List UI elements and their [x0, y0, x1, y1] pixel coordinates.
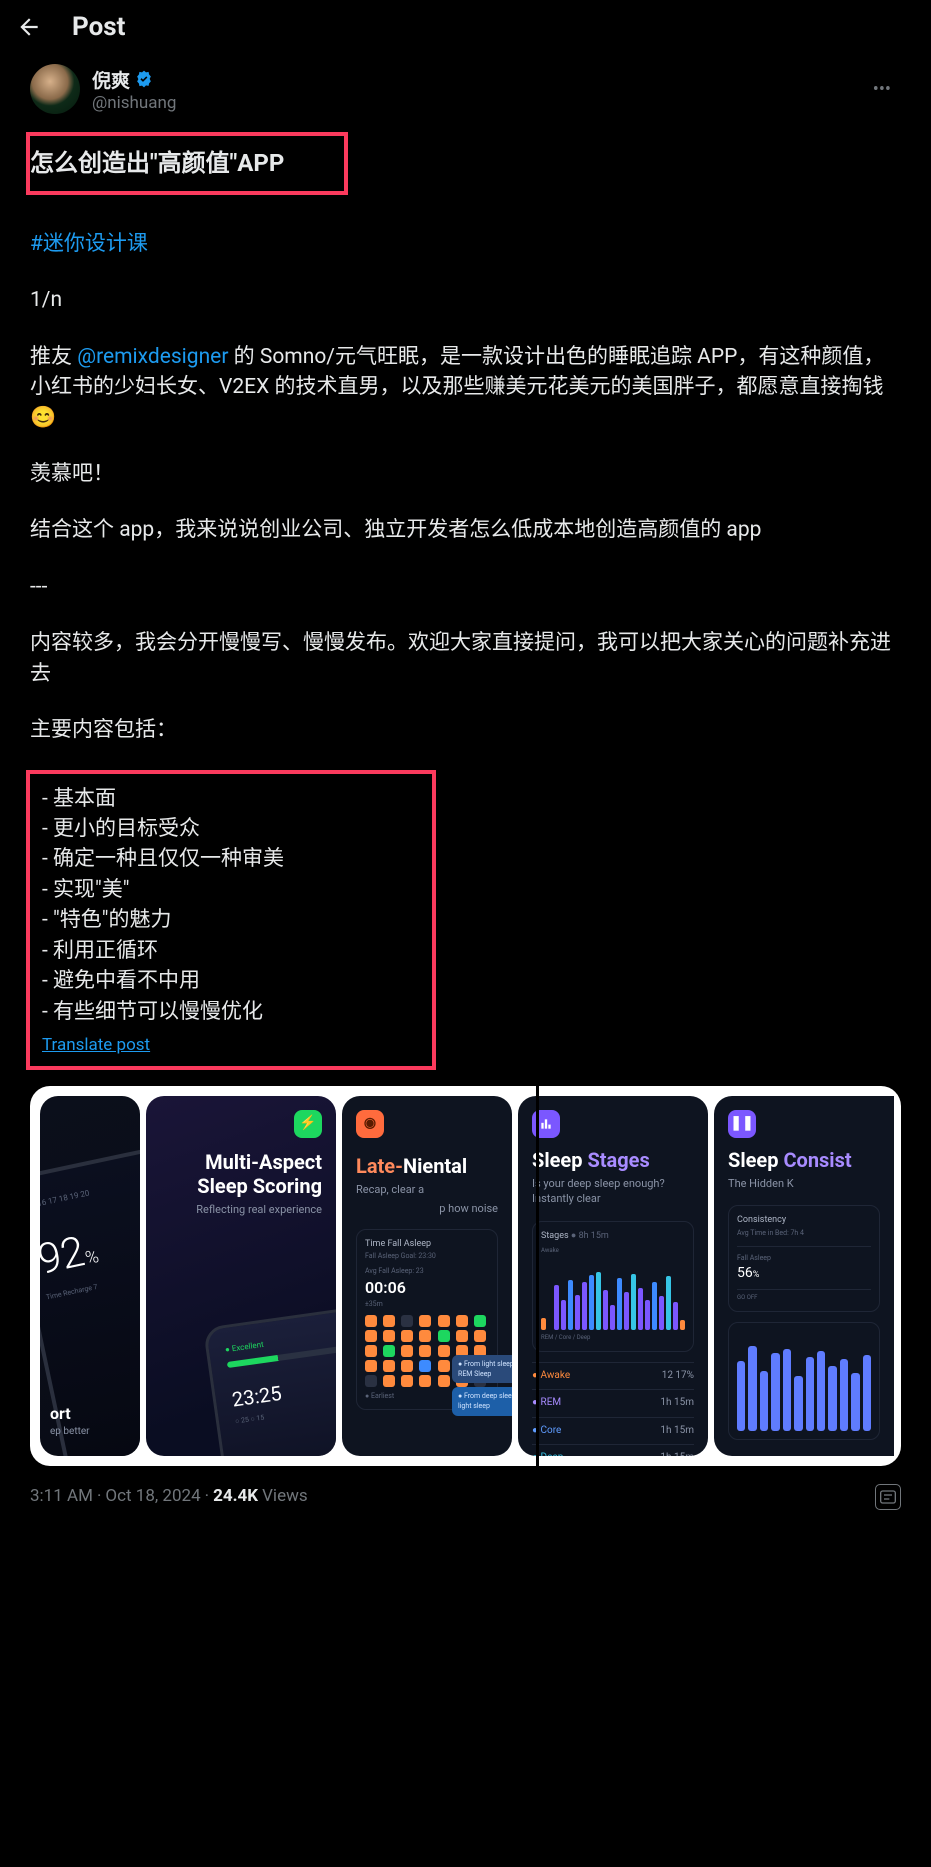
- bolt-icon: ⚡: [294, 1110, 322, 1138]
- pause-icon: ❚❚: [728, 1110, 756, 1138]
- page-header: Post: [0, 0, 931, 54]
- post-date[interactable]: Oct 18, 2024: [105, 1484, 200, 1509]
- post-time[interactable]: 3:11 AM: [30, 1484, 93, 1509]
- list-item: - 确定一种且仅仅一种审美: [42, 844, 420, 874]
- highlight-box-title: 怎么创造出"高颜值"APP: [26, 132, 348, 195]
- list-item: - 更小的目标受众: [42, 814, 420, 844]
- list-item: - 利用正循环: [42, 936, 420, 966]
- post-header: 倪爽 @nishuang: [30, 64, 901, 114]
- list-item: - "特色"的魅力: [42, 905, 420, 935]
- author-handle[interactable]: @nishuang: [92, 93, 176, 113]
- media-card-4: Sleep Stages Is your deep sleep enough? …: [518, 1096, 708, 1456]
- ad-info-icon[interactable]: [875, 1484, 901, 1510]
- author-display-name: 倪爽: [92, 66, 130, 93]
- thread-counter: 1/n: [30, 285, 901, 315]
- media-card-1: 15 16 17 18 19 20 92% Time Recharge 7 7:…: [40, 1096, 140, 1456]
- post-title-line: 怎么创造出"高颜值"APP: [30, 146, 284, 181]
- page-title: Post: [72, 12, 125, 42]
- media-card-3: ◉ Late-Niental Recap, clear a p how nois…: [342, 1096, 512, 1456]
- paragraph-4: 内容较多，我会分开慢慢写、慢慢发布。欢迎大家直接提问，我可以把大家关心的问题补充…: [30, 628, 901, 689]
- hashtag-link[interactable]: #迷你设计课: [30, 232, 148, 256]
- paragraph-3: 结合这个 app，我来说说创业公司、独立开发者怎么低成本地创造高颜值的 app: [30, 515, 901, 545]
- back-icon[interactable]: [16, 14, 42, 40]
- mention-link[interactable]: @remixdesigner: [77, 345, 228, 369]
- paragraph-5: 主要内容包括：: [30, 715, 901, 745]
- avatar[interactable]: [30, 64, 80, 114]
- post-container: ••• 倪爽 @nishuang 怎么创造出"高颜值"APP #迷你设计课 1/…: [0, 64, 931, 1510]
- translate-link[interactable]: Translate post: [42, 1033, 150, 1058]
- face-icon: ◉: [356, 1110, 384, 1138]
- more-icon[interactable]: •••: [873, 79, 891, 100]
- view-count[interactable]: 24.4K: [213, 1484, 258, 1509]
- list-item: - 避免中看不中用: [42, 966, 420, 996]
- media-divider-line: [536, 1086, 539, 1466]
- list-item: - 实现"美": [42, 875, 420, 905]
- list-item: - 有些细节可以慢慢优化: [42, 997, 420, 1027]
- author-name[interactable]: 倪爽: [92, 66, 176, 93]
- post-footer: 3:11 AM · Oct 18, 2024 · 24.4K Views: [30, 1484, 901, 1510]
- media-card-2: ⚡ Multi-Aspect Sleep Scoring Reflecting …: [146, 1096, 336, 1456]
- highlight-box-list: - 基本面 - 更小的目标受众 - 确定一种且仅仅一种审美 - 实现"美" - …: [26, 770, 436, 1070]
- divider-text: ---: [30, 572, 901, 602]
- paragraph-2: 羡慕吧！: [30, 459, 901, 489]
- list-item: - 基本面: [42, 784, 420, 814]
- media-attachment[interactable]: 15 16 17 18 19 20 92% Time Recharge 7 7:…: [30, 1086, 901, 1466]
- verified-icon: [134, 69, 154, 89]
- post-content: 怎么创造出"高颜值"APP #迷你设计课 1/n 推友 @remixdesign…: [30, 132, 901, 1510]
- media-card-5: ❚❚ Sleep Consist The Hidden K Consistenc…: [714, 1096, 894, 1456]
- paragraph-1: 推友 @remixdesigner 的 Somno/元气旺眠，是一款设计出色的睡…: [30, 342, 901, 433]
